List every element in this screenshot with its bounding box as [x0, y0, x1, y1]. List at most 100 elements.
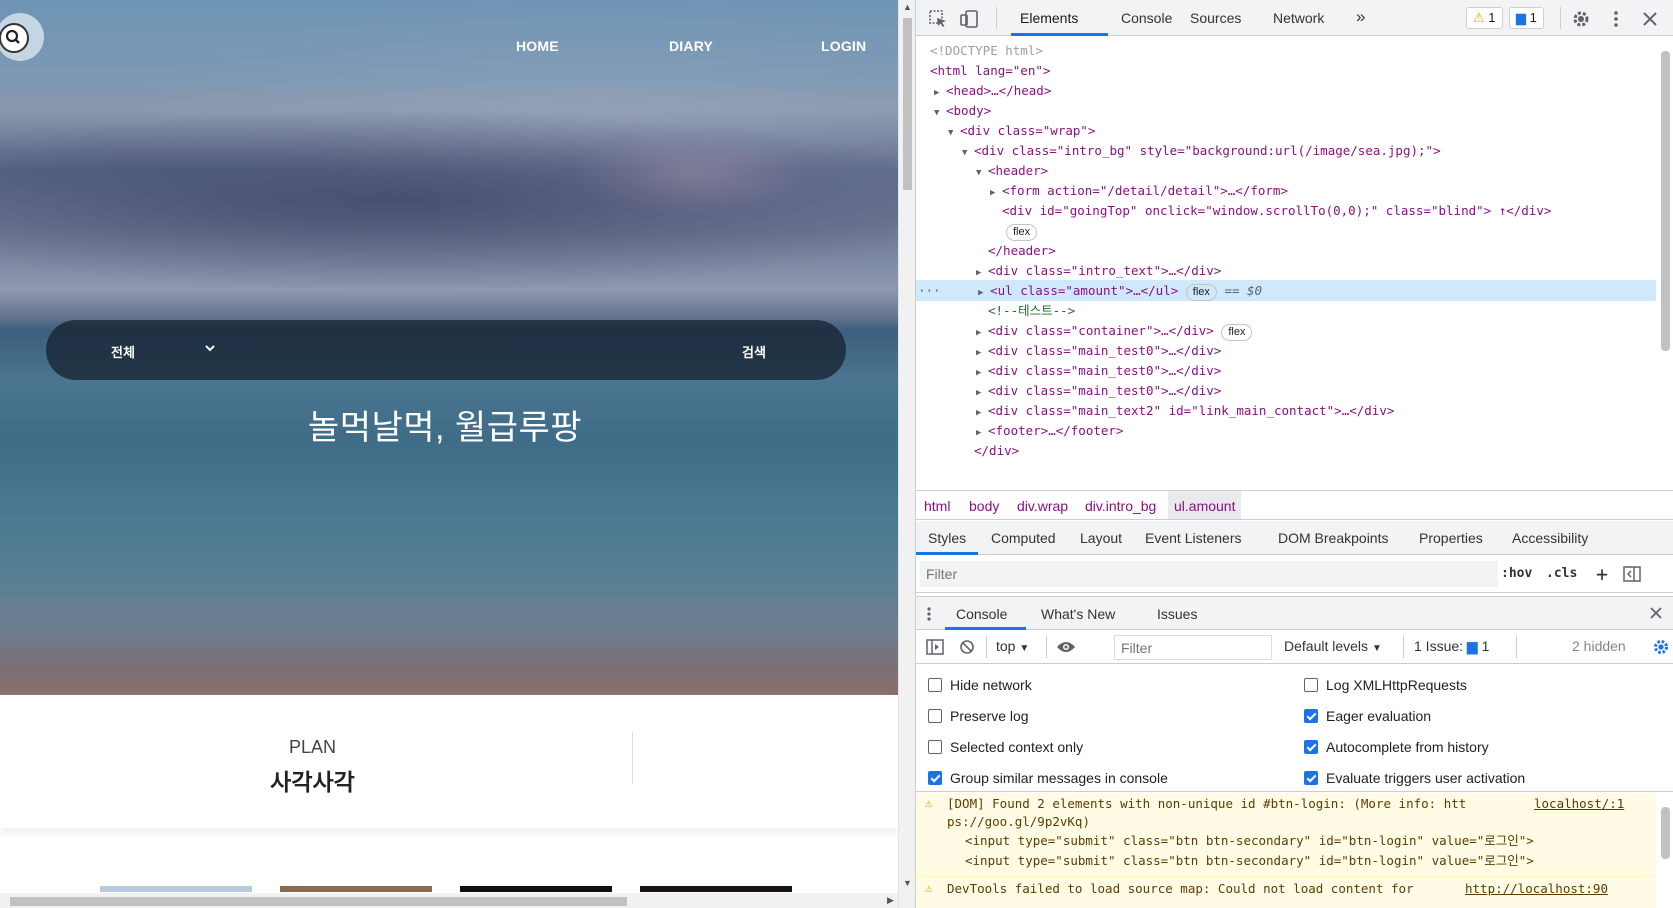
warnings-badge[interactable]: ⚠ 1 — [1466, 7, 1503, 29]
nav-login-link[interactable]: LOGIN — [821, 38, 866, 54]
cls-button[interactable]: .cls — [1546, 566, 1577, 581]
tab-layout[interactable]: Layout — [1080, 530, 1122, 546]
console-filter-input[interactable] — [1114, 635, 1272, 660]
dom-node-main-test0[interactable]: ▶ <div class="main_test0">…</div> — [916, 380, 1656, 401]
issues-counter[interactable]: 1 Issue: ▆ 1 — [1414, 638, 1489, 655]
tab-sources[interactable]: Sources — [1190, 10, 1241, 26]
dom-node-comment[interactable]: <!--테스트--> — [916, 300, 1656, 321]
toggle-sidebar-icon[interactable] — [1623, 565, 1641, 583]
tab-event-listeners[interactable]: Event Listeners — [1145, 530, 1242, 546]
drawer-tab-whats-new[interactable]: What's New — [1041, 606, 1115, 622]
code-line[interactable]: <input type="submit" class="btn btn-seco… — [965, 832, 1534, 850]
kebab-menu-icon[interactable] — [1606, 9, 1626, 29]
category-select[interactable]: 전체 — [111, 342, 135, 361]
close-drawer-icon[interactable] — [1649, 606, 1663, 620]
drawer-tab-issues[interactable]: Issues — [1157, 606, 1197, 622]
tab-styles[interactable]: Styles — [928, 530, 966, 546]
new-style-rule-icon[interactable]: + — [1596, 562, 1608, 586]
sidebar-toggle-icon[interactable] — [926, 639, 944, 655]
container-thumbnail[interactable] — [640, 886, 792, 892]
messages-badge[interactable]: ▆ 1 — [1509, 7, 1544, 29]
tab-network[interactable]: Network — [1273, 10, 1324, 26]
clear-console-icon[interactable] — [959, 639, 975, 655]
tab-properties[interactable]: Properties — [1419, 530, 1483, 546]
drawer-menu-icon[interactable] — [926, 606, 932, 622]
dom-node-doctype[interactable]: <!DOCTYPE html> — [916, 40, 1656, 61]
flex-badge[interactable]: flex — [1006, 224, 1038, 241]
dom-node-container[interactable]: ▶ <div class="container">…</div> flex — [916, 320, 1656, 341]
dom-node-main-test0[interactable]: ▶ <div class="main_test0">…</div> — [916, 340, 1656, 361]
scrollbar-thumb[interactable] — [10, 897, 627, 906]
dom-node-wrap[interactable]: ▼ <div class="wrap"> — [916, 120, 1656, 141]
breadcrumb-body[interactable]: body — [969, 498, 999, 514]
dom-node-form[interactable]: ▶ <form action="/detail/detail">…</form> — [916, 180, 1656, 201]
checkbox[interactable] — [1304, 678, 1318, 692]
checkbox[interactable] — [1304, 740, 1318, 754]
scrollbar-thumb[interactable] — [1661, 807, 1670, 859]
checkbox[interactable] — [1304, 771, 1318, 785]
dom-node-amount-selected[interactable]: ··· ▶ <ul class="amount">…</ul> flex == $… — [916, 280, 1656, 301]
checkbox[interactable] — [928, 678, 942, 692]
scrollbar-thumb[interactable] — [1661, 51, 1670, 351]
container-thumbnail[interactable] — [280, 886, 432, 892]
code-line[interactable]: <input type="submit" class="btn btn-seco… — [965, 852, 1534, 870]
gear-icon[interactable] — [1571, 9, 1591, 29]
search-submit-button[interactable]: 검색 — [742, 342, 766, 361]
nav-diary-link[interactable]: DIARY — [669, 38, 713, 54]
dom-node-header-close[interactable]: </header> — [916, 240, 1656, 261]
page-vertical-scrollbar[interactable]: ▲ ▼ — [898, 0, 915, 908]
dom-node-body[interactable]: ▼ <body> — [916, 100, 1656, 121]
tab-computed[interactable]: Computed — [991, 530, 1056, 546]
more-tabs-icon[interactable]: » — [1356, 7, 1365, 27]
dom-node-intro-text[interactable]: ▶ <div class="intro_text">…</div> — [916, 260, 1656, 281]
dom-node-main-text2[interactable]: ▶ <div class="main_text2" id="link_main_c… — [916, 400, 1656, 421]
nav-home-link[interactable]: HOME — [516, 38, 559, 54]
dom-node-intro-bg[interactable]: ▼ <div class="intro_bg" style="background… — [916, 140, 1656, 161]
breadcrumb-div-intro-bg[interactable]: div.intro_bg — [1085, 498, 1156, 514]
dom-node-goingtop[interactable]: <div id="goingTop" onclick="window.scrol… — [916, 200, 1656, 221]
styles-filter-input[interactable] — [920, 561, 1498, 587]
console-settings-gear-icon[interactable] — [1652, 638, 1670, 656]
checkbox[interactable] — [928, 709, 942, 723]
chevron-down-icon[interactable] — [204, 342, 216, 354]
dom-node-footer[interactable]: ▶ <footer>…</footer> — [916, 420, 1656, 441]
source-link[interactable]: localhost/:1 — [1534, 795, 1624, 813]
checkbox[interactable] — [928, 740, 942, 754]
console-scrollbar[interactable] — [1656, 793, 1673, 908]
breadcrumb-div-wrap[interactable]: div.wrap — [1017, 498, 1068, 514]
page-horizontal-scrollbar[interactable]: ▶ — [0, 893, 898, 908]
console-warning-message[interactable]: ⚠ DevTools failed to load source map: Co… — [916, 878, 1656, 908]
tab-accessibility[interactable]: Accessibility — [1512, 530, 1588, 546]
scrollbar-thumb[interactable] — [903, 18, 912, 190]
source-map-link[interactable]: http://localhost:90 — [1465, 880, 1608, 898]
dom-node-head[interactable]: ▶ <head>…</head> — [916, 80, 1656, 101]
tab-dom-breakpoints[interactable]: DOM Breakpoints — [1278, 530, 1388, 546]
dom-node-main-test0[interactable]: ▶ <div class="main_test0">…</div> — [916, 360, 1656, 381]
device-toolbar-icon[interactable] — [959, 9, 979, 29]
flex-badge[interactable]: flex — [1221, 324, 1253, 341]
eye-icon[interactable] — [1056, 640, 1076, 654]
breadcrumb-ul-amount[interactable]: ul.amount — [1168, 491, 1242, 519]
tab-console[interactable]: Console — [1121, 10, 1172, 26]
scroll-up-arrow-icon[interactable]: ▲ — [903, 2, 912, 12]
dom-node-header[interactable]: ▼ <header> — [916, 160, 1656, 181]
tab-elements[interactable]: Elements — [1020, 10, 1078, 26]
checkbox[interactable] — [1304, 709, 1318, 723]
scroll-right-arrow-icon[interactable]: ▶ — [887, 895, 894, 906]
log-levels-select[interactable]: Default levels ▼ — [1284, 638, 1382, 654]
container-thumbnail[interactable] — [100, 886, 252, 892]
hov-button[interactable]: :hov — [1501, 566, 1532, 581]
elements-scrollbar[interactable] — [1656, 37, 1673, 490]
breadcrumb-html[interactable]: html — [924, 498, 950, 514]
flex-badge[interactable]: flex — [1185, 284, 1217, 301]
drawer-tab-console[interactable]: Console — [956, 606, 1007, 622]
inspect-element-icon[interactable] — [928, 9, 948, 29]
dom-node-html[interactable]: <html lang="en"> — [916, 60, 1656, 81]
scroll-down-arrow-icon[interactable]: ▼ — [903, 878, 912, 888]
container-thumbnail[interactable] — [460, 886, 612, 892]
close-icon[interactable] — [1640, 9, 1660, 29]
checkbox[interactable] — [928, 771, 942, 785]
console-warning-message[interactable]: ⚠ [DOM] Found 2 elements with non-unique… — [916, 793, 1656, 877]
dom-node-div-close[interactable]: </div> — [916, 440, 1656, 461]
context-select[interactable]: top ▼ — [996, 638, 1029, 654]
